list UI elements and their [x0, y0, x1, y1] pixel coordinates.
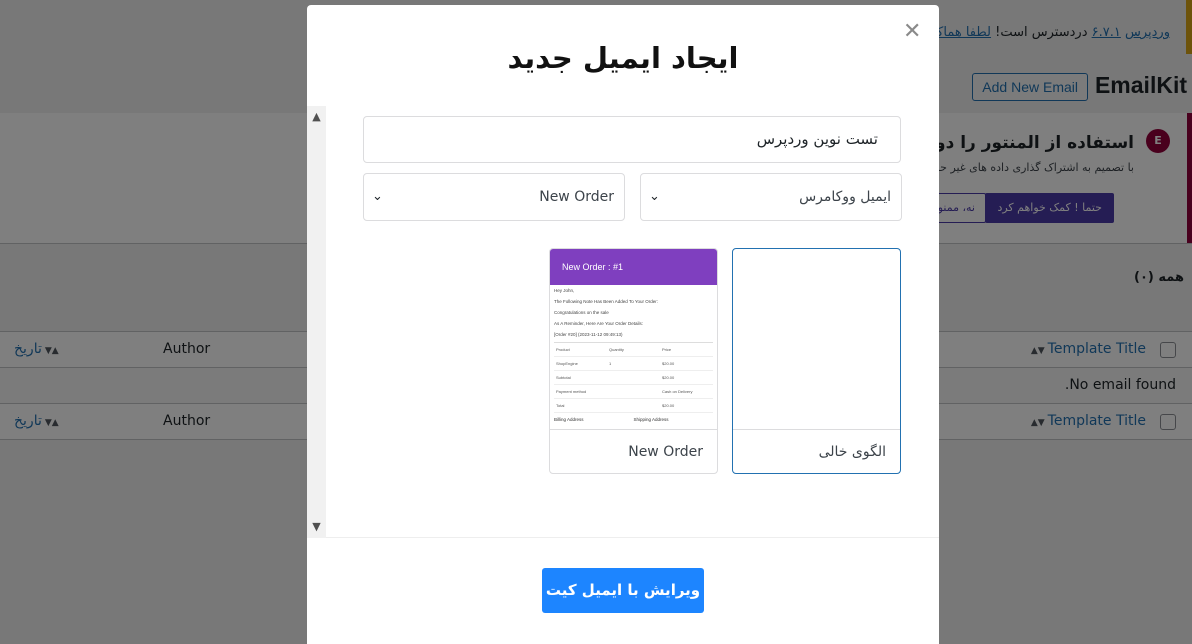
preview-line: As A Reminder, Here Are Your Order Detai…: [554, 321, 644, 326]
preview-table: Product Quantity Price ShopEngine 1 $20.00 S…: [554, 342, 713, 413]
preview-order-ref: [Order #20] (2023-11-12 09:49:13): [554, 332, 623, 337]
scroll-down-icon[interactable]: ▼: [307, 519, 326, 535]
modal-body: ▲ ▼ تست نوین وردپرس ایمیل ووکامرس ⌄ New …: [307, 106, 939, 538]
preview-row: Subtotal $20.00: [554, 371, 713, 385]
preview-header: New Order : #1: [550, 249, 717, 285]
email-event-value: New Order: [539, 189, 614, 205]
template-card-blank[interactable]: الگوی خالی: [732, 248, 901, 474]
preview-row: Total $20.00: [554, 399, 713, 413]
preview-line: The Following Note Has Been Added To You…: [554, 299, 658, 304]
preview-shipping: Shipping Address: [633, 417, 669, 422]
preview-line: Congratulations on the sale: [554, 310, 609, 315]
email-type-select[interactable]: ایمیل ووکامرس ⌄: [640, 173, 902, 221]
email-type-value: ایمیل ووکامرس: [799, 189, 891, 205]
close-icon[interactable]: ✕: [903, 21, 921, 43]
template-card-new-order[interactable]: New Order : #1 Hey John, The Following N…: [549, 248, 718, 474]
chevron-down-icon: ⌄: [372, 189, 383, 204]
modal-title: ایجاد ایمیل جدید: [507, 41, 739, 75]
template-label: الگوی خالی: [733, 429, 900, 473]
preview-billing: Billing Address: [554, 417, 584, 422]
scroll-up-icon[interactable]: ▲: [307, 109, 326, 125]
scrollbar[interactable]: ▲ ▼: [307, 106, 326, 538]
edit-with-emailkit-button[interactable]: ویرایش با ایمیل کیت: [542, 568, 704, 613]
template-label: New Order: [550, 429, 717, 473]
preview-addresses: Billing Address Shipping Address: [550, 415, 717, 424]
preview-row: Product Quantity Price: [554, 343, 713, 357]
email-event-select[interactable]: New Order ⌄: [363, 173, 625, 221]
chevron-down-icon: ⌄: [649, 189, 660, 204]
preview-greeting: Hey John,: [554, 288, 575, 293]
preview-row: Payment method Cash on Delivery: [554, 385, 713, 399]
template-preview: New Order : #1 Hey John, The Following N…: [550, 249, 717, 430]
preview-row: ShopEngine 1 $20.00: [554, 357, 713, 371]
create-email-modal: ✕ ایجاد ایمیل جدید ▲ ▼ تست نوین وردپرس ا…: [307, 5, 939, 644]
email-name-input[interactable]: تست نوین وردپرس: [363, 116, 901, 163]
